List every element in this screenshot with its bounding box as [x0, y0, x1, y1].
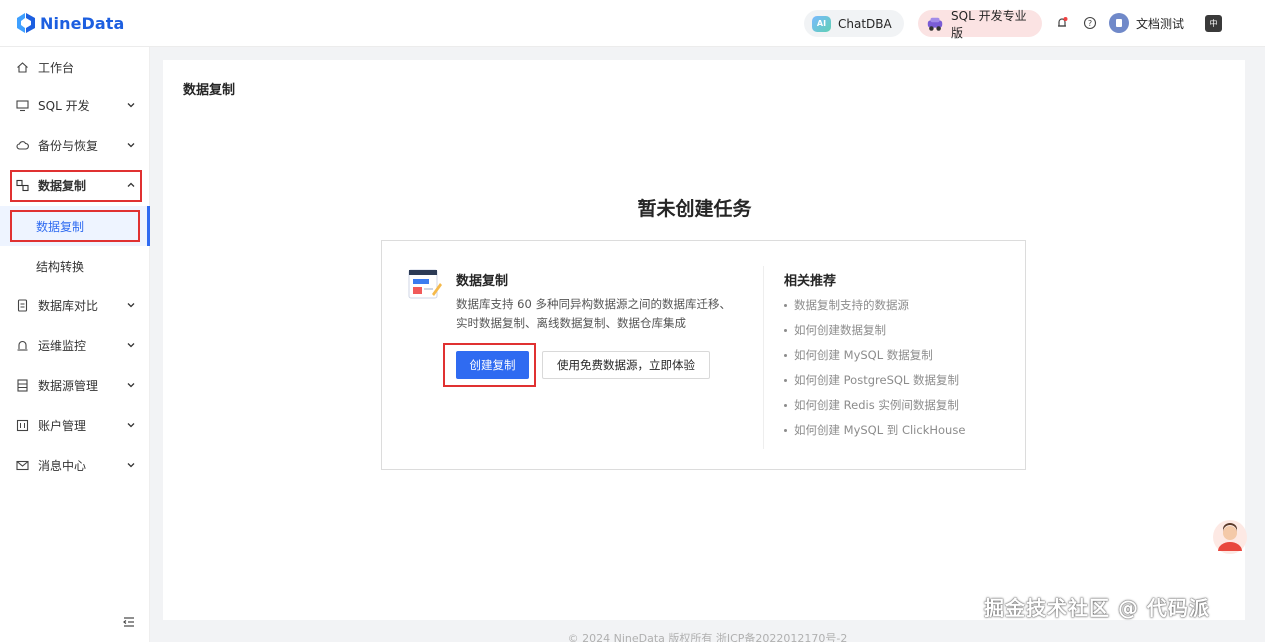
sidebar-item-datasource[interactable]: 数据源管理 — [0, 365, 150, 405]
chevron-down-icon — [127, 143, 135, 148]
recommend-link[interactable]: 数据复制支持的数据源 — [784, 293, 965, 318]
chevron-down-icon — [127, 103, 135, 108]
account-icon — [16, 419, 29, 431]
avatar — [1109, 13, 1129, 33]
user-menu[interactable]: 文档测试 — [1109, 13, 1184, 33]
sidebar-item-label: 工作台 — [38, 60, 75, 75]
user-name: 文档测试 — [1136, 16, 1185, 31]
sidebar-subitem-label: 结构转换 — [36, 259, 85, 274]
recommend-link[interactable]: 如何创建数据复制 — [784, 318, 965, 343]
recommend-link-label: 如何创建 PostgreSQL 数据复制 — [794, 373, 959, 387]
sidebar-subitem-schema-convert[interactable]: 结构转换 — [0, 246, 150, 286]
bullet-icon — [784, 404, 787, 407]
support-assistant-icon[interactable] — [1212, 518, 1248, 556]
car-icon — [927, 17, 943, 31]
chevron-down-icon — [127, 423, 135, 428]
empty-state-card: 数据复制 数据库支持 60 多种同异构数据源之间的数据库迁移、实时数据复制、离线… — [381, 240, 1026, 470]
highlight-box-create-button — [443, 343, 536, 387]
ai-icon: AI — [812, 15, 831, 32]
recommend-heading: 相关推荐 — [784, 274, 837, 289]
recommend-link[interactable]: 如何创建 Redis 实例间数据复制 — [784, 393, 965, 418]
sidebar-item-label: 消息中心 — [38, 458, 87, 473]
chevron-down-icon — [127, 463, 135, 468]
svg-text:?: ? — [1088, 19, 1092, 28]
top-header: NineData AI ChatDBA SQL 开发专业版 ? 文档测试 中 — [0, 0, 1265, 47]
sidebar-item-label: 数据库对比 — [38, 298, 99, 313]
bullet-icon — [784, 379, 787, 382]
document-icon — [1116, 19, 1122, 27]
bullet-icon — [784, 304, 787, 307]
sidebar: 工作台 SQL 开发 备份与恢复 数据复制 数据复制 结构转换 数据库对比 运维… — [0, 47, 150, 642]
language-switch-icon[interactable]: 中 — [1205, 15, 1222, 32]
sidebar-item-label: 账户管理 — [38, 418, 87, 433]
recommend-link-label: 如何创建 Redis 实例间数据复制 — [794, 398, 959, 412]
chevron-down-icon — [127, 343, 135, 348]
empty-state-title: 暂未创建任务 — [637, 198, 752, 220]
card-divider — [763, 266, 764, 449]
chevron-down-icon — [127, 383, 135, 388]
recommend-link-label: 数据复制支持的数据源 — [794, 298, 909, 312]
sidebar-item-label: 备份与恢复 — [38, 138, 99, 153]
chatdba-label: ChatDBA — [838, 16, 892, 31]
sidebar-item-backup[interactable]: 备份与恢复 — [0, 125, 150, 165]
compare-icon — [17, 298, 28, 312]
recommend-link-label: 如何创建 MySQL 数据复制 — [794, 348, 933, 362]
bell-icon[interactable] — [1055, 16, 1069, 30]
page-title: 数据复制 — [183, 83, 236, 98]
chevron-down-icon — [127, 303, 135, 308]
watermark: 掘金技术社区 @ 代码派 — [984, 596, 1210, 620]
ninedata-logo[interactable]: NineData — [16, 11, 124, 35]
free-datasource-trial-button[interactable]: 使用免费数据源，立即体验 — [542, 351, 710, 379]
replication-illustration-icon — [408, 269, 442, 299]
monitor-icon — [16, 99, 29, 111]
recommend-link-label: 如何创建数据复制 — [794, 323, 886, 337]
recommend-list: 数据复制支持的数据源 如何创建数据复制 如何创建 MySQL 数据复制 如何创建… — [784, 293, 965, 443]
card-heading: 数据复制 — [456, 274, 509, 289]
mail-icon — [16, 460, 29, 470]
sidebar-item-label: 运维监控 — [38, 338, 87, 353]
cloud-icon — [16, 140, 29, 150]
bullet-icon — [784, 354, 787, 357]
logo-text: NineData — [40, 13, 125, 33]
sidebar-item-messages[interactable]: 消息中心 — [0, 445, 150, 485]
recommend-link[interactable]: 如何创建 MySQL 数据复制 — [784, 343, 965, 368]
collapse-sidebar-icon[interactable] — [122, 615, 136, 629]
help-icon[interactable]: ? — [1083, 16, 1097, 30]
sidebar-item-label: SQL 开发 — [38, 98, 90, 113]
footer-copyright: © 2024 NineData 版权所有 浙ICP备2022012170号-2 — [567, 632, 848, 642]
recommend-link-label: 如何创建 MySQL 到 ClickHouse — [794, 423, 966, 437]
recommend-link[interactable]: 如何创建 PostgreSQL 数据复制 — [784, 368, 965, 393]
chatdba-button[interactable]: AI ChatDBA — [804, 10, 904, 37]
sidebar-item-ops-monitor[interactable]: 运维监控 — [0, 325, 150, 365]
sql-pro-label: SQL 开发专业版 — [951, 8, 1027, 40]
sidebar-item-sql-dev[interactable]: SQL 开发 — [0, 85, 150, 125]
card-description: 数据库支持 60 多种同异构数据源之间的数据库迁移、实时数据复制、离线数据复制、… — [456, 297, 731, 330]
home-icon — [17, 61, 28, 73]
bullet-icon — [784, 429, 787, 432]
sidebar-item-workbench[interactable]: 工作台 — [0, 47, 150, 87]
recommend-link[interactable]: 如何创建 MySQL 到 ClickHouse — [784, 418, 965, 443]
sidebar-item-account[interactable]: 账户管理 — [0, 405, 150, 445]
sidebar-item-label: 数据源管理 — [38, 378, 99, 393]
datasource-icon — [17, 378, 28, 392]
alarm-icon — [17, 340, 28, 351]
ninedata-logo-icon — [17, 13, 35, 33]
bullet-icon — [784, 329, 787, 332]
sql-pro-button[interactable]: SQL 开发专业版 — [918, 9, 1042, 40]
sidebar-item-db-compare[interactable]: 数据库对比 — [0, 285, 150, 325]
